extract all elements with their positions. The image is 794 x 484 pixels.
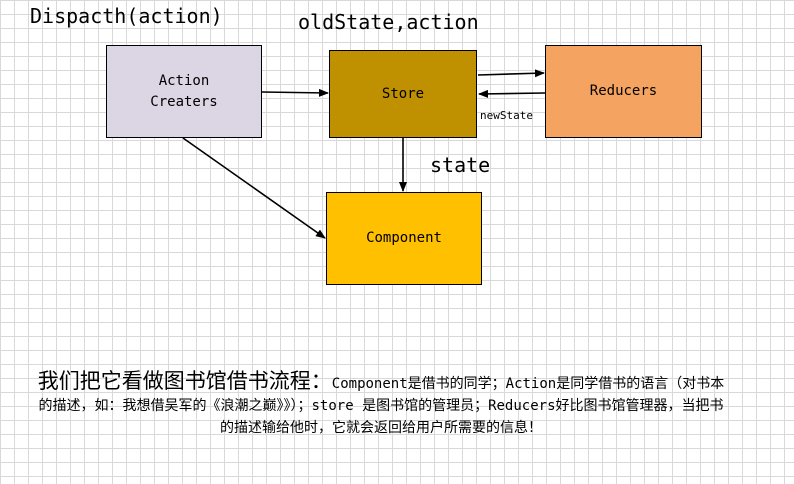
- arrow-action-to-component: [182, 137, 326, 239]
- arrow-store-to-reducers: [477, 69, 545, 78]
- description-lead: 我们把它看做图书馆借书流程：: [37, 369, 332, 393]
- description-text: 我们把它看做图书馆借书流程：Component是借书的同学；Action是同学借…: [36, 370, 726, 439]
- arrow-reducers-to-store: [478, 89, 546, 98]
- arrow-action-to-store: [261, 88, 329, 97]
